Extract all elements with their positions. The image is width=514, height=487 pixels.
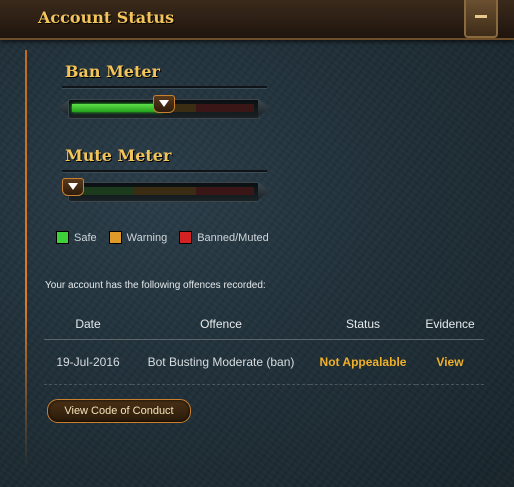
ban-meter xyxy=(58,95,270,119)
offence-date: 19-Jul-2016 xyxy=(44,339,132,385)
legend-item-banned: Banned/Muted xyxy=(179,231,269,244)
view-code-of-conduct-button[interactable]: View Code of Conduct xyxy=(47,399,191,423)
offence-name: Bot Busting Moderate (ban) xyxy=(132,339,310,385)
mute-meter-divider xyxy=(62,170,267,173)
mute-meter-title: Mute Meter xyxy=(65,146,172,165)
legend-item-warning: Warning xyxy=(108,231,168,244)
ban-meter-fill xyxy=(72,104,163,112)
minus-icon xyxy=(475,15,487,18)
legend-label: Banned/Muted xyxy=(197,231,269,244)
column-header-status: Status xyxy=(310,308,416,340)
table-row: 19-Jul-2016 Bot Busting Moderate (ban) N… xyxy=(44,339,484,385)
meter-legend: Safe Warning Banned/Muted xyxy=(56,231,269,244)
decorative-side-line xyxy=(25,50,27,470)
collapse-button[interactable] xyxy=(464,0,498,38)
meter-right-cap xyxy=(258,99,270,117)
offence-status: Not Appealable xyxy=(310,339,416,385)
column-header-date: Date xyxy=(44,308,132,340)
ban-meter-divider xyxy=(62,86,267,89)
panel-title: Account Status xyxy=(38,8,175,27)
meter-right-cap xyxy=(258,182,270,200)
ban-meter-title: Ban Meter xyxy=(65,62,160,81)
safe-swatch xyxy=(56,231,69,244)
offences-table: Date Offence Status Evidence 19-Jul-2016… xyxy=(44,308,484,385)
table-header-row: Date Offence Status Evidence xyxy=(44,308,484,340)
legend-label: Safe xyxy=(74,231,97,244)
legend-item-safe: Safe xyxy=(56,231,97,244)
column-header-offence: Offence xyxy=(132,308,310,340)
warning-swatch xyxy=(108,231,122,244)
legend-label: Warning xyxy=(126,231,168,244)
meter-banned-zone xyxy=(196,104,254,112)
view-evidence-link[interactable]: View xyxy=(416,339,484,385)
panel-header: Account Status xyxy=(0,0,514,40)
account-status-panel: Account Status Ban Meter Mute Meter Safe xyxy=(0,0,514,487)
meter-banned-zone xyxy=(196,187,254,195)
mute-meter-marker xyxy=(62,178,84,196)
column-header-evidence: Evidence xyxy=(416,308,484,340)
mute-meter xyxy=(58,178,270,202)
meter-warning-zone xyxy=(134,187,196,195)
offences-intro-text: Your account has the following offences … xyxy=(45,280,266,291)
banned-swatch xyxy=(179,231,193,244)
ban-meter-marker xyxy=(153,95,175,113)
